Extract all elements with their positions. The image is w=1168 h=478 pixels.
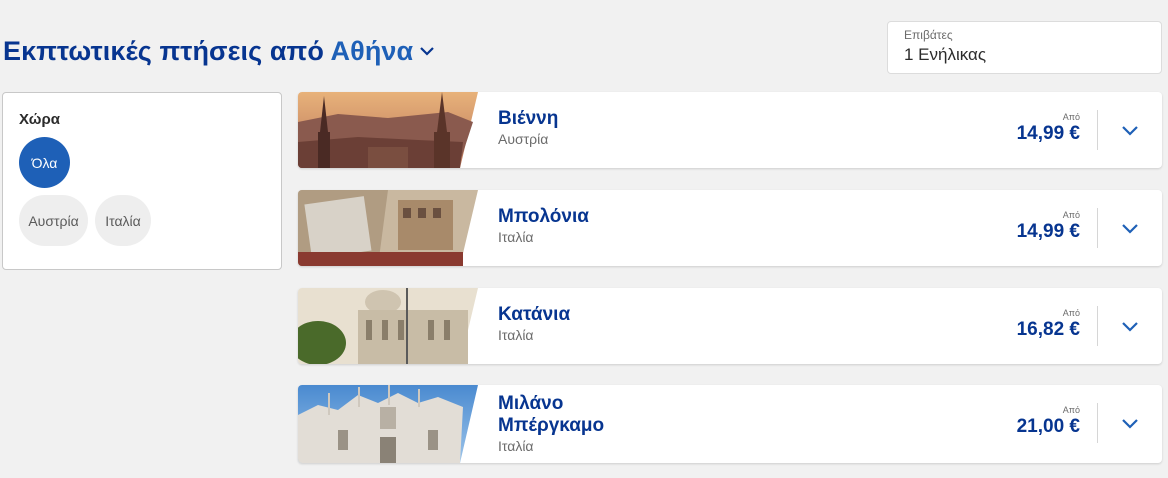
destination-country: Ιταλία (498, 438, 534, 454)
card-divider (1097, 110, 1098, 150)
destination-image-milan-bergamo (298, 385, 478, 463)
chevron-down-icon (420, 47, 435, 56)
origin-city-selector[interactable]: Αθήνα (331, 36, 436, 66)
destination-card-bologna[interactable]: Μπολόνια Ιταλία Από 14,99 € (298, 190, 1162, 266)
destination-name: Μπολόνια (498, 206, 589, 227)
passengers-selector[interactable]: Επιβάτες 1 Ενήλικας (887, 21, 1162, 74)
destination-country: Ιταλία (498, 327, 534, 343)
chevron-down-icon[interactable] (1120, 413, 1140, 433)
destination-price: 21,00 € (1016, 416, 1080, 437)
page-title: Εκπτωτικές πτήσεις από Αθήνα (3, 36, 435, 67)
card-divider (1097, 403, 1098, 443)
filter-chip-all[interactable]: Όλα (19, 137, 70, 188)
destination-price: 14,99 € (1016, 123, 1080, 144)
destination-card-milan-bergamo[interactable]: Μιλάνο Μπέργκαμο Ιταλία Από 21,00 € (298, 385, 1162, 463)
destination-image-catania (298, 288, 478, 364)
price-from-label: Από (1062, 308, 1080, 318)
card-divider (1097, 306, 1098, 346)
origin-city-label: Αθήνα (330, 36, 414, 66)
price-from-label: Από (1062, 405, 1080, 415)
filter-chip-italy[interactable]: Ιταλία (95, 195, 151, 246)
chevron-down-icon[interactable] (1120, 120, 1140, 140)
destination-country: Αυστρία (498, 131, 549, 147)
destination-price: 16,82 € (1016, 319, 1080, 340)
country-filter-title: Χώρα (19, 111, 60, 128)
destination-name: Κατάνια (498, 304, 571, 325)
page-title-prefix: Εκπτωτικές πτήσεις από (3, 36, 324, 66)
country-filter-panel: Χώρα Όλα Αυστρία Ιταλία (2, 92, 282, 270)
filter-chip-austria[interactable]: Αυστρία (19, 195, 88, 246)
price-from-label: Από (1062, 112, 1080, 122)
passengers-value: 1 Ενήλικας (904, 45, 987, 64)
chevron-down-icon[interactable] (1120, 218, 1140, 238)
destination-country: Ιταλία (498, 229, 534, 245)
destination-name-line1: Μιλάνο (498, 393, 564, 414)
destination-card-catania[interactable]: Κατάνια Ιταλία Από 16,82 € (298, 288, 1162, 364)
card-divider (1097, 208, 1098, 248)
destination-image-bologna (298, 190, 478, 266)
destination-name-line2: Μπέργκαμο (498, 415, 605, 436)
passengers-label: Επιβάτες (904, 28, 953, 42)
destination-card-vienna[interactable]: Βιέννη Αυστρία Από 14,99 € (298, 92, 1162, 168)
destination-name: Βιέννη (498, 108, 559, 129)
price-from-label: Από (1062, 210, 1080, 220)
destination-image-vienna (298, 92, 478, 168)
chevron-down-icon[interactable] (1120, 316, 1140, 336)
destination-price: 14,99 € (1016, 221, 1080, 242)
